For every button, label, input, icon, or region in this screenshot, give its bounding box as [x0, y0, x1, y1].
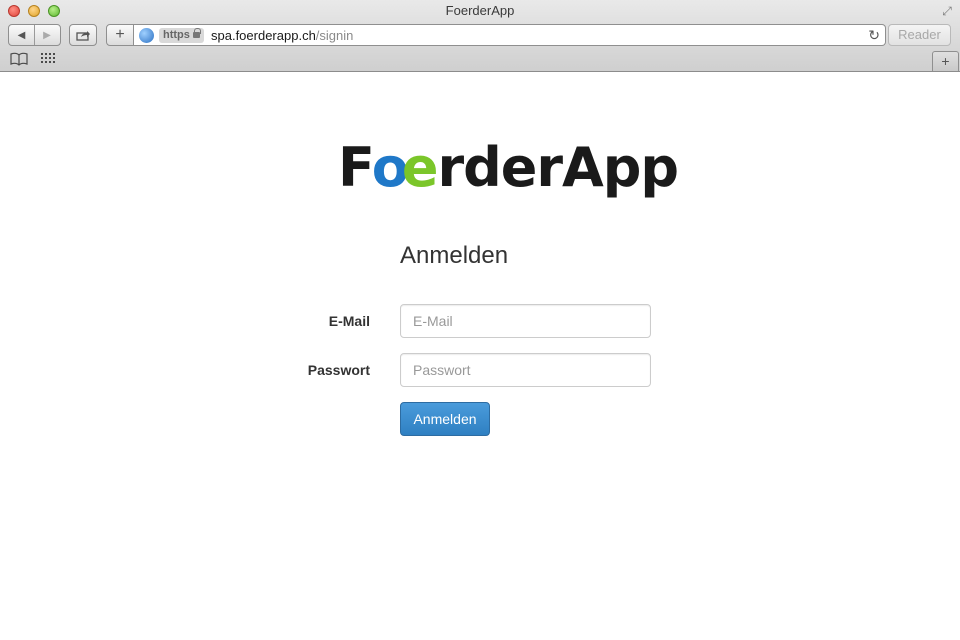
bookmarks-bar: + — [0, 50, 960, 71]
reading-list-icon[interactable] — [10, 52, 28, 66]
email-field[interactable] — [400, 304, 651, 338]
title-bar: FoerderApp ⤢ — [0, 0, 960, 22]
logo-letter-e: e — [401, 136, 439, 199]
reload-icon[interactable]: ↻ — [868, 27, 880, 44]
email-label: E-Mail — [328, 313, 370, 329]
password-field[interactable] — [400, 353, 651, 387]
address-bar[interactable]: https spa.foerderapp.ch/signin ↻ — [134, 24, 886, 46]
url-path: /signin — [315, 28, 354, 43]
add-bookmark-button[interactable]: + — [106, 24, 134, 46]
browser-chrome: FoerderApp ⤢ ◀ ▶ + https spa.foerderapp.… — [0, 0, 960, 72]
password-label: Passwort — [307, 362, 370, 378]
url-domain: spa.foerderapp.ch — [211, 28, 316, 43]
https-label: https — [163, 29, 190, 41]
fullscreen-icon[interactable]: ⤢ — [940, 4, 954, 18]
share-button[interactable] — [69, 24, 97, 46]
page-title: Anmelden — [400, 242, 509, 269]
share-icon — [70, 25, 96, 45]
forward-button[interactable]: ▶ — [34, 25, 59, 45]
lock-icon — [192, 28, 201, 38]
back-button[interactable]: ◀ — [9, 25, 34, 45]
back-arrow-icon: ◀ — [17, 29, 26, 41]
forward-arrow-icon: ▶ — [43, 29, 51, 41]
logo-letter-f: F — [338, 136, 373, 199]
browser-toolbar: ◀ ▶ + https spa.foerderapp.ch/signin ↻ R… — [0, 24, 960, 48]
logo-text-rest: rderApp — [437, 136, 679, 199]
signin-button[interactable]: Anmelden — [400, 402, 490, 436]
https-badge: https — [159, 28, 204, 43]
globe-icon — [139, 28, 154, 43]
top-sites-grid-icon[interactable] — [41, 53, 57, 65]
back-forward-buttons: ◀ ▶ — [8, 24, 61, 46]
new-tab-button[interactable]: + — [932, 51, 959, 71]
plus-icon: + — [115, 26, 125, 43]
url-text[interactable]: spa.foerderapp.ch/signin — [211, 28, 353, 43]
reader-button[interactable]: Reader — [888, 24, 951, 46]
foerderapp-logo: FoerderApp — [338, 132, 679, 204]
window-title: FoerderApp — [445, 3, 515, 18]
